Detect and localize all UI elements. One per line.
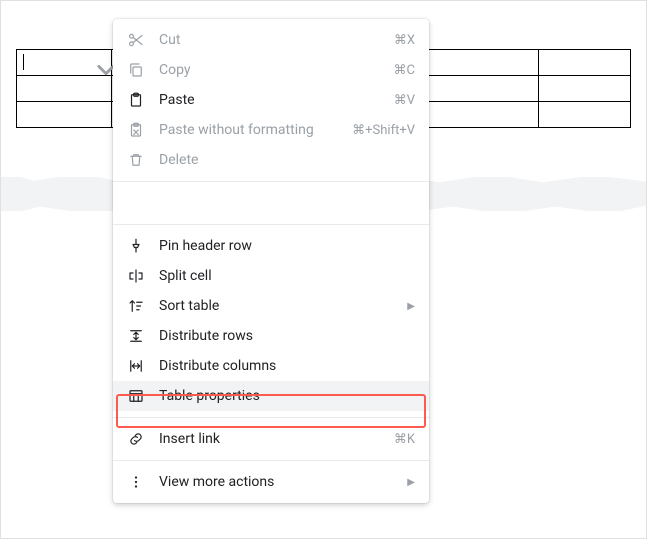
menu-label: Insert link: [159, 431, 394, 447]
menu-label: View more actions: [159, 474, 407, 490]
menu-label: Distribute columns: [159, 358, 415, 374]
menu-divider: [113, 460, 429, 461]
menu-divider: [113, 417, 429, 418]
copy-icon: [127, 61, 145, 79]
clipboard-plain-icon: [127, 121, 145, 139]
menu-label: Paste: [159, 92, 394, 108]
menu-omitted-gap: [113, 188, 429, 218]
menu-item-paste[interactable]: Paste ⌘V: [113, 85, 429, 115]
menu-item-insert-link[interactable]: Insert link ⌘K: [113, 424, 429, 454]
menu-item-delete: Delete: [113, 145, 429, 175]
distribute-rows-icon: [127, 327, 145, 345]
table-cell[interactable]: [538, 102, 630, 128]
sort-icon: [127, 297, 145, 315]
menu-label: Split cell: [159, 268, 415, 284]
link-icon: [127, 430, 145, 448]
table-cell[interactable]: [17, 50, 112, 76]
menu-item-table-properties[interactable]: Table properties: [113, 381, 429, 411]
table-properties-icon: [127, 387, 145, 405]
pin-icon: [127, 237, 145, 255]
menu-divider: [113, 181, 429, 182]
menu-divider: [113, 224, 429, 225]
menu-shortcut: ⌘C: [394, 63, 415, 78]
menu-label: Cut: [159, 32, 394, 48]
menu-item-cut: Cut ⌘X: [113, 25, 429, 55]
split-cell-icon: [127, 267, 145, 285]
text-caret: [23, 54, 24, 70]
table-cell[interactable]: [17, 102, 112, 128]
menu-label: Distribute rows: [159, 328, 415, 344]
menu-label: Delete: [159, 152, 415, 168]
submenu-arrow-icon: ▶: [407, 477, 415, 488]
distribute-columns-icon: [127, 357, 145, 375]
table-cell[interactable]: [17, 76, 112, 102]
menu-label: Copy: [159, 62, 394, 78]
table-cell[interactable]: [538, 50, 630, 76]
submenu-arrow-icon: ▶: [407, 301, 415, 312]
menu-shortcut: ⌘X: [394, 33, 415, 48]
menu-label: Sort table: [159, 298, 407, 314]
table-cell[interactable]: [538, 76, 630, 102]
menu-label: Pin header row: [159, 238, 415, 254]
context-menu: Cut ⌘X Copy ⌘C Paste ⌘V Paste without fo…: [113, 19, 429, 503]
cell-dropdown-icon[interactable]: [97, 61, 107, 71]
menu-item-sort-table[interactable]: Sort table ▶: [113, 291, 429, 321]
menu-item-copy: Copy ⌘C: [113, 55, 429, 85]
menu-item-paste-without-formatting: Paste without formatting ⌘+Shift+V: [113, 115, 429, 145]
menu-item-view-more-actions[interactable]: View more actions ▶: [113, 467, 429, 497]
menu-shortcut: ⌘K: [394, 432, 415, 447]
menu-shortcut: ⌘+Shift+V: [352, 123, 415, 138]
clipboard-icon: [127, 91, 145, 109]
menu-item-distribute-columns[interactable]: Distribute columns: [113, 351, 429, 381]
menu-item-distribute-rows[interactable]: Distribute rows: [113, 321, 429, 351]
more-icon: [127, 473, 145, 491]
menu-label: Paste without formatting: [159, 122, 352, 138]
menu-label: Table properties: [159, 388, 415, 404]
scissors-icon: [127, 31, 145, 49]
menu-item-pin-header-row[interactable]: Pin header row: [113, 231, 429, 261]
menu-item-split-cell[interactable]: Split cell: [113, 261, 429, 291]
menu-shortcut: ⌘V: [394, 93, 415, 108]
trash-icon: [127, 151, 145, 169]
